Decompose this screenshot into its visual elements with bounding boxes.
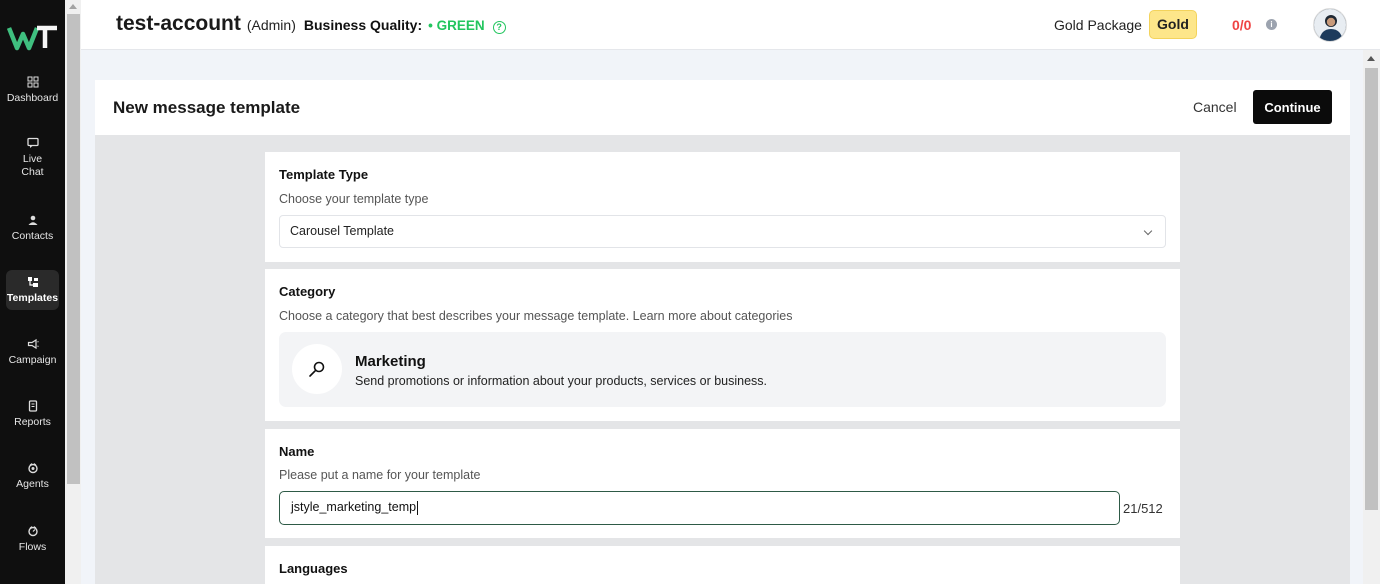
template-type-select[interactable]: Carousel Template — [279, 215, 1166, 248]
sidebar: Dashboard Live Chat Contacts Templates C… — [0, 0, 65, 584]
app-logo[interactable] — [7, 22, 59, 52]
flow-icon — [27, 526, 38, 537]
languages-card: Languages — [265, 546, 1180, 584]
sidebar-item-reports[interactable]: Reports — [0, 400, 65, 429]
templates-icon — [27, 277, 38, 287]
agent-icon — [27, 463, 38, 474]
template-name-value: jstyle_marketing_temp — [291, 500, 417, 514]
page-header: New message template Cancel Continue — [95, 80, 1350, 135]
package-label: Gold Package — [1054, 17, 1142, 33]
section-subtitle: Please put a name for your template — [279, 468, 481, 482]
megaphone-icon — [27, 338, 39, 350]
chevron-down-icon — [1143, 226, 1153, 236]
info-icon[interactable]: i — [1266, 19, 1277, 30]
scroll-up-arrow-icon[interactable] — [69, 4, 77, 9]
sidebar-item-label: Reports — [14, 416, 51, 428]
category-description: Send promotions or information about you… — [355, 374, 768, 388]
continue-button[interactable]: Continue — [1253, 90, 1332, 124]
category-icon-wrapper — [292, 344, 342, 394]
sidebar-item-agents[interactable]: Agents — [0, 462, 65, 491]
scroll-up-arrow-icon[interactable] — [1367, 56, 1375, 61]
template-name-input[interactable]: jstyle_marketing_temp — [279, 491, 1120, 525]
business-quality-status: • GREEN — [428, 18, 485, 33]
text-caret — [417, 500, 419, 515]
sidebar-item-dashboard[interactable]: Dashboard — [0, 76, 65, 105]
category-name: Marketing — [355, 353, 426, 370]
chat-icon — [26, 137, 39, 148]
help-icon[interactable]: ? — [492, 21, 506, 34]
sidebar-item-campaign[interactable]: Campaign — [0, 338, 65, 367]
sidebar-item-label: Templates — [6, 292, 59, 304]
link-icon — [309, 361, 325, 377]
sidebar-item-contacts[interactable]: Contacts — [0, 214, 65, 243]
sidebar-item-label: Agents — [16, 478, 49, 490]
section-title: Template Type — [279, 167, 369, 182]
sidebar-item-live-chat[interactable]: Live Chat — [0, 137, 65, 179]
dashboard-icon — [27, 76, 38, 88]
template-type-card: Template Type Choose your template type … — [265, 152, 1180, 262]
section-title: Languages — [279, 561, 348, 576]
section-title: Category — [279, 284, 336, 299]
name-card: Name Please put a name for your template… — [265, 429, 1180, 538]
user-icon — [28, 215, 37, 225]
section-subtitle: Choose your template type — [279, 192, 429, 206]
sidebar-item-label: Flows — [18, 541, 47, 553]
account-name[interactable]: test-account — [116, 12, 241, 36]
category-card: Category Choose a category that best des… — [265, 269, 1180, 421]
account-info: test-account (Admin) Business Quality: •… — [116, 12, 506, 36]
character-counter: 21/512 — [1123, 501, 1163, 516]
sidebar-scrollbar-thumb[interactable] — [67, 14, 80, 484]
package-badge[interactable]: Gold — [1149, 10, 1197, 39]
page-title: New message template — [113, 98, 301, 117]
sidebar-item-label: Dashboard — [6, 92, 59, 104]
usage-counter: 0/0 — [1232, 17, 1252, 33]
section-title: Name — [279, 444, 315, 459]
sidebar-item-label: Live Chat — [21, 153, 44, 178]
cancel-button[interactable]: Cancel — [1187, 94, 1243, 120]
section-subtitle: Choose a category that best describes yo… — [279, 309, 793, 323]
sidebar-item-templates[interactable]: Templates — [6, 270, 59, 310]
topbar: test-account (Admin) Business Quality: •… — [81, 0, 1380, 50]
avatar-image — [1314, 9, 1346, 41]
account-role: (Admin) — [246, 17, 296, 33]
sidebar-item-label: Campaign — [8, 354, 57, 366]
category-option-marketing[interactable]: Marketing Send promotions or information… — [279, 332, 1166, 407]
page-scrollbar-thumb[interactable] — [1365, 68, 1378, 510]
template-type-value: Carousel Template — [290, 224, 394, 238]
sidebar-item-flows[interactable]: Flows — [0, 525, 65, 554]
business-quality-label: Business Quality: — [303, 17, 423, 33]
sidebar-item-label: Contacts — [11, 230, 54, 242]
avatar[interactable] — [1313, 8, 1347, 42]
report-icon — [28, 400, 37, 412]
